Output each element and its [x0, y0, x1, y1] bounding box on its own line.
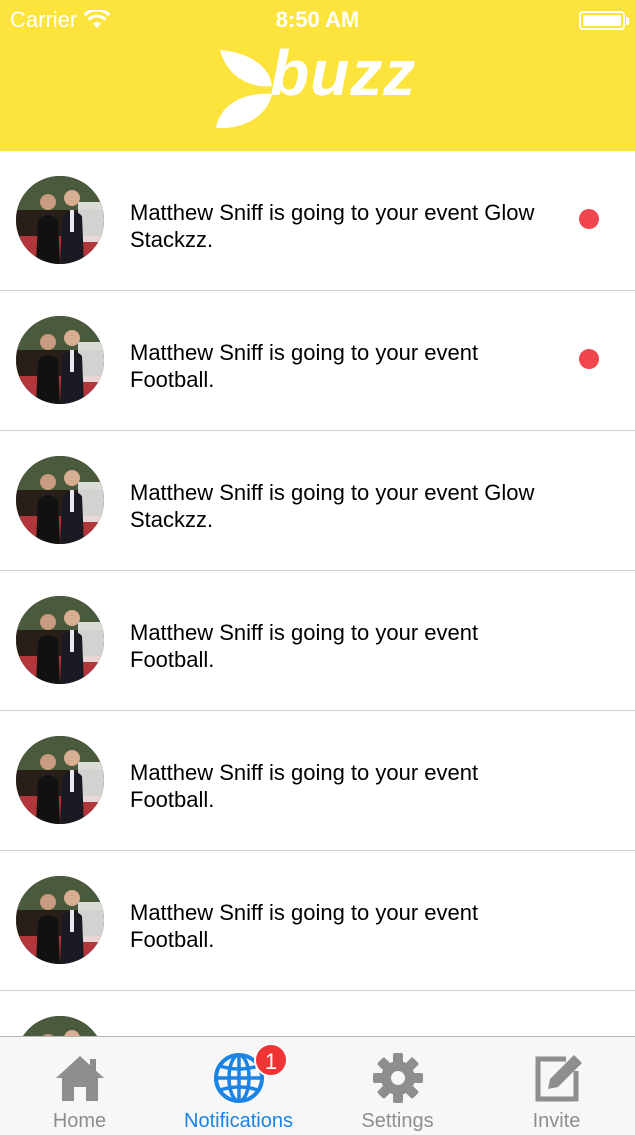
notification-text: Matthew Sniff is going to your event Glo…	[130, 480, 535, 532]
gear-icon	[372, 1053, 423, 1103]
notification-row[interactable]	[0, 991, 635, 1036]
notification-row[interactable]: Matthew Sniff is going to your event Foo…	[0, 291, 635, 431]
notification-text: Matthew Sniff is going to your event Foo…	[130, 760, 479, 812]
buzz-logo: buzz	[214, 37, 424, 132]
tab-notifications[interactable]: 1 Notifications	[159, 1037, 318, 1135]
notification-row[interactable]: Matthew Sniff is going to your event Glo…	[0, 151, 635, 291]
avatar	[16, 316, 104, 404]
avatar	[16, 596, 104, 684]
notification-row[interactable]: Matthew Sniff is going to your event Foo…	[0, 851, 635, 991]
brand-wordmark: buzz	[270, 37, 417, 109]
tab-invite[interactable]: Invite	[477, 1037, 635, 1135]
avatar	[16, 736, 104, 824]
tab-invite-label: Invite	[532, 1110, 581, 1132]
avatar	[16, 1016, 104, 1036]
notification-text: Matthew Sniff is going to your event Foo…	[130, 900, 479, 952]
unread-dot-icon	[579, 349, 599, 369]
avatar	[16, 176, 104, 264]
tab-home-label: Home	[52, 1110, 107, 1132]
notification-row[interactable]: Matthew Sniff is going to your event Foo…	[0, 711, 635, 851]
avatar	[16, 876, 104, 964]
home-icon	[55, 1056, 104, 1101]
tab-home[interactable]: Home	[0, 1037, 159, 1135]
notification-text: Matthew Sniff is going to your event Glo…	[130, 200, 535, 252]
status-bar: Carrier 8:50 AM	[0, 0, 635, 40]
status-time: 8:50 AM	[275, 7, 360, 32]
battery-icon	[579, 11, 629, 30]
notification-row[interactable]: Matthew Sniff is going to your event Foo…	[0, 571, 635, 711]
app-header: Carrier 8:50 AM buzz	[0, 0, 635, 151]
avatar	[16, 456, 104, 544]
notification-text: Matthew Sniff is going to your event Foo…	[130, 340, 479, 392]
notification-row[interactable]: Matthew Sniff is going to your event Glo…	[0, 431, 635, 571]
tab-bar: Home 1 Notifications Settings Invite	[0, 1036, 635, 1135]
unread-dot-icon	[579, 209, 599, 229]
tab-settings[interactable]: Settings	[318, 1037, 477, 1135]
edit-icon	[535, 1055, 582, 1102]
tab-settings-label: Settings	[361, 1110, 434, 1132]
notification-badge: 1	[254, 1043, 288, 1077]
notification-text: Matthew Sniff is going to your event Foo…	[130, 620, 479, 672]
tab-notifications-label: Notifications	[184, 1110, 293, 1132]
notification-list[interactable]: Matthew Sniff is going to your event Glo…	[0, 151, 635, 1036]
